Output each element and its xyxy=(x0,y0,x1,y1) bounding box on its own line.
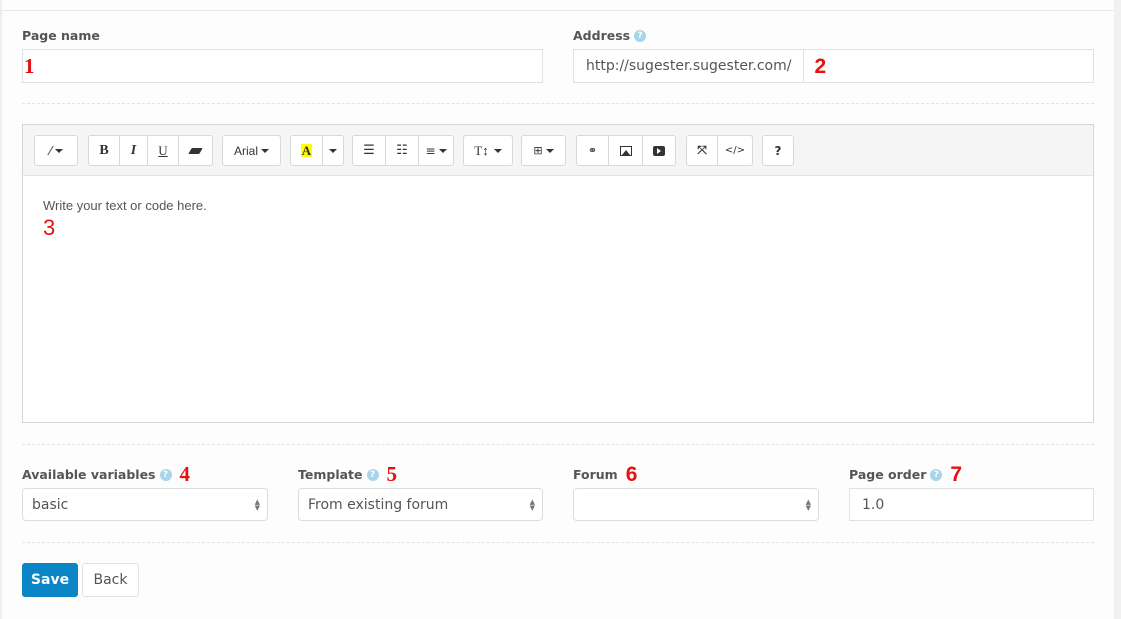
help-icon[interactable]: ? xyxy=(366,468,379,481)
table-group: ⊞ xyxy=(521,135,566,166)
color-dropdown-button[interactable] xyxy=(323,136,343,165)
picture-button[interactable] xyxy=(609,136,643,165)
italic-button[interactable]: I xyxy=(120,136,148,165)
back-button[interactable]: Back xyxy=(82,563,139,597)
style-group: ⁄ xyxy=(34,135,78,166)
scrollbar[interactable] xyxy=(1114,0,1121,619)
magic-wand-icon: ⁄ xyxy=(49,143,52,158)
select-arrows-icon: ▲ ▼ xyxy=(254,497,260,512)
available-variables-select[interactable]: basic ▲ ▼ xyxy=(22,488,268,521)
video-button[interactable] xyxy=(643,136,675,165)
editor-toolbar: ⁄ B I U Arial A ☰ ☷ ≡ T↕ ⊞ ⚭ ⤧ </> ? xyxy=(23,125,1093,176)
text-color-icon: A xyxy=(300,143,313,158)
codeview-button[interactable]: </> xyxy=(718,136,752,165)
page-name-input[interactable]: 1 xyxy=(22,49,543,83)
address-field: http://sugester.sugester.com/ 2 xyxy=(573,49,1094,83)
help-icon[interactable]: ? xyxy=(634,29,647,42)
available-variables-label: Available variables ? 4 xyxy=(22,462,191,486)
annotation-marker-4: 4 xyxy=(179,462,191,486)
section-divider xyxy=(22,444,1094,445)
paragraph-dropdown[interactable]: ≡ xyxy=(419,136,453,165)
annotation-marker-6: 6 xyxy=(625,463,638,486)
unordered-list-button[interactable]: ☰ xyxy=(353,136,386,165)
help-icon[interactable]: ? xyxy=(930,468,943,481)
rich-text-editor: ⁄ B I U Arial A ☰ ☷ ≡ T↕ ⊞ ⚭ ⤧ </> ? Wri… xyxy=(22,124,1094,423)
fullscreen-icon: ⤧ xyxy=(697,143,707,157)
top-divider xyxy=(2,10,1114,11)
picture-icon xyxy=(619,145,632,156)
annotation-marker-2: 2 xyxy=(814,54,827,78)
font-style-group: B I U xyxy=(88,135,213,166)
line-height-group: T↕ xyxy=(463,135,513,166)
forum-label: Forum 6 xyxy=(573,463,638,486)
page-left-border xyxy=(0,0,2,619)
style-button[interactable]: ⁄ xyxy=(35,136,77,165)
editor-placeholder: Write your text or code here. xyxy=(43,198,207,213)
video-icon xyxy=(653,145,665,156)
help-button[interactable]: ? xyxy=(763,136,793,165)
recent-color-button[interactable]: A xyxy=(291,136,323,165)
link-button[interactable]: ⚭ xyxy=(577,136,609,165)
annotation-marker-1: 1 xyxy=(24,53,35,78)
font-name-dropdown[interactable]: Arial xyxy=(223,136,280,165)
ordered-list-button[interactable]: ☷ xyxy=(386,136,419,165)
template-label: Template ? 5 xyxy=(298,462,398,486)
select-arrows-icon: ▲ ▼ xyxy=(805,497,811,512)
text-height-icon: T↕ xyxy=(474,142,489,158)
page-name-label: Page name xyxy=(22,28,100,43)
address-label: Address ? xyxy=(573,28,647,43)
save-button[interactable]: Save xyxy=(22,563,78,597)
insert-group: ⚭ xyxy=(576,135,676,166)
forum-select[interactable]: ▲ ▼ xyxy=(573,488,819,521)
code-icon: </> xyxy=(724,145,746,156)
help-icon[interactable]: ? xyxy=(159,468,172,481)
section-divider xyxy=(22,103,1094,104)
color-group: A xyxy=(290,135,344,166)
list-ol-icon: ☷ xyxy=(396,143,408,158)
address-input[interactable]: 2 xyxy=(804,50,1093,82)
link-icon: ⚭ xyxy=(587,144,598,157)
table-dropdown[interactable]: ⊞ xyxy=(522,136,565,165)
eraser-icon xyxy=(188,147,203,154)
fullscreen-button[interactable]: ⤧ xyxy=(687,136,718,165)
font-name-group: Arial xyxy=(222,135,281,166)
table-icon: ⊞ xyxy=(533,144,543,157)
list-ul-icon: ☰ xyxy=(363,143,375,158)
section-divider xyxy=(22,542,1094,543)
annotation-marker-7: 7 xyxy=(950,463,963,486)
bold-button[interactable]: B xyxy=(89,136,120,165)
annotation-marker-5: 5 xyxy=(386,462,398,486)
line-height-dropdown[interactable]: T↕ xyxy=(464,136,512,165)
editor-content-area[interactable]: Write your text or code here. 3 xyxy=(23,176,1093,261)
align-left-icon: ≡ xyxy=(425,143,436,158)
page-order-input[interactable]: 1.0 xyxy=(849,488,1094,521)
underline-button[interactable]: U xyxy=(148,136,179,165)
paragraph-group: ☰ ☷ ≡ xyxy=(352,135,454,166)
address-prefix: http://sugester.sugester.com/ xyxy=(574,50,805,82)
template-select[interactable]: From existing forum ▲ ▼ xyxy=(298,488,543,521)
annotation-marker-3: 3 xyxy=(43,215,56,240)
select-arrows-icon: ▲ ▼ xyxy=(529,497,535,512)
view-group: ⤧ </> xyxy=(686,135,753,166)
page-order-label: Page order ? 7 xyxy=(849,463,963,486)
clear-format-button[interactable] xyxy=(179,136,212,165)
help-group: ? xyxy=(762,135,794,166)
